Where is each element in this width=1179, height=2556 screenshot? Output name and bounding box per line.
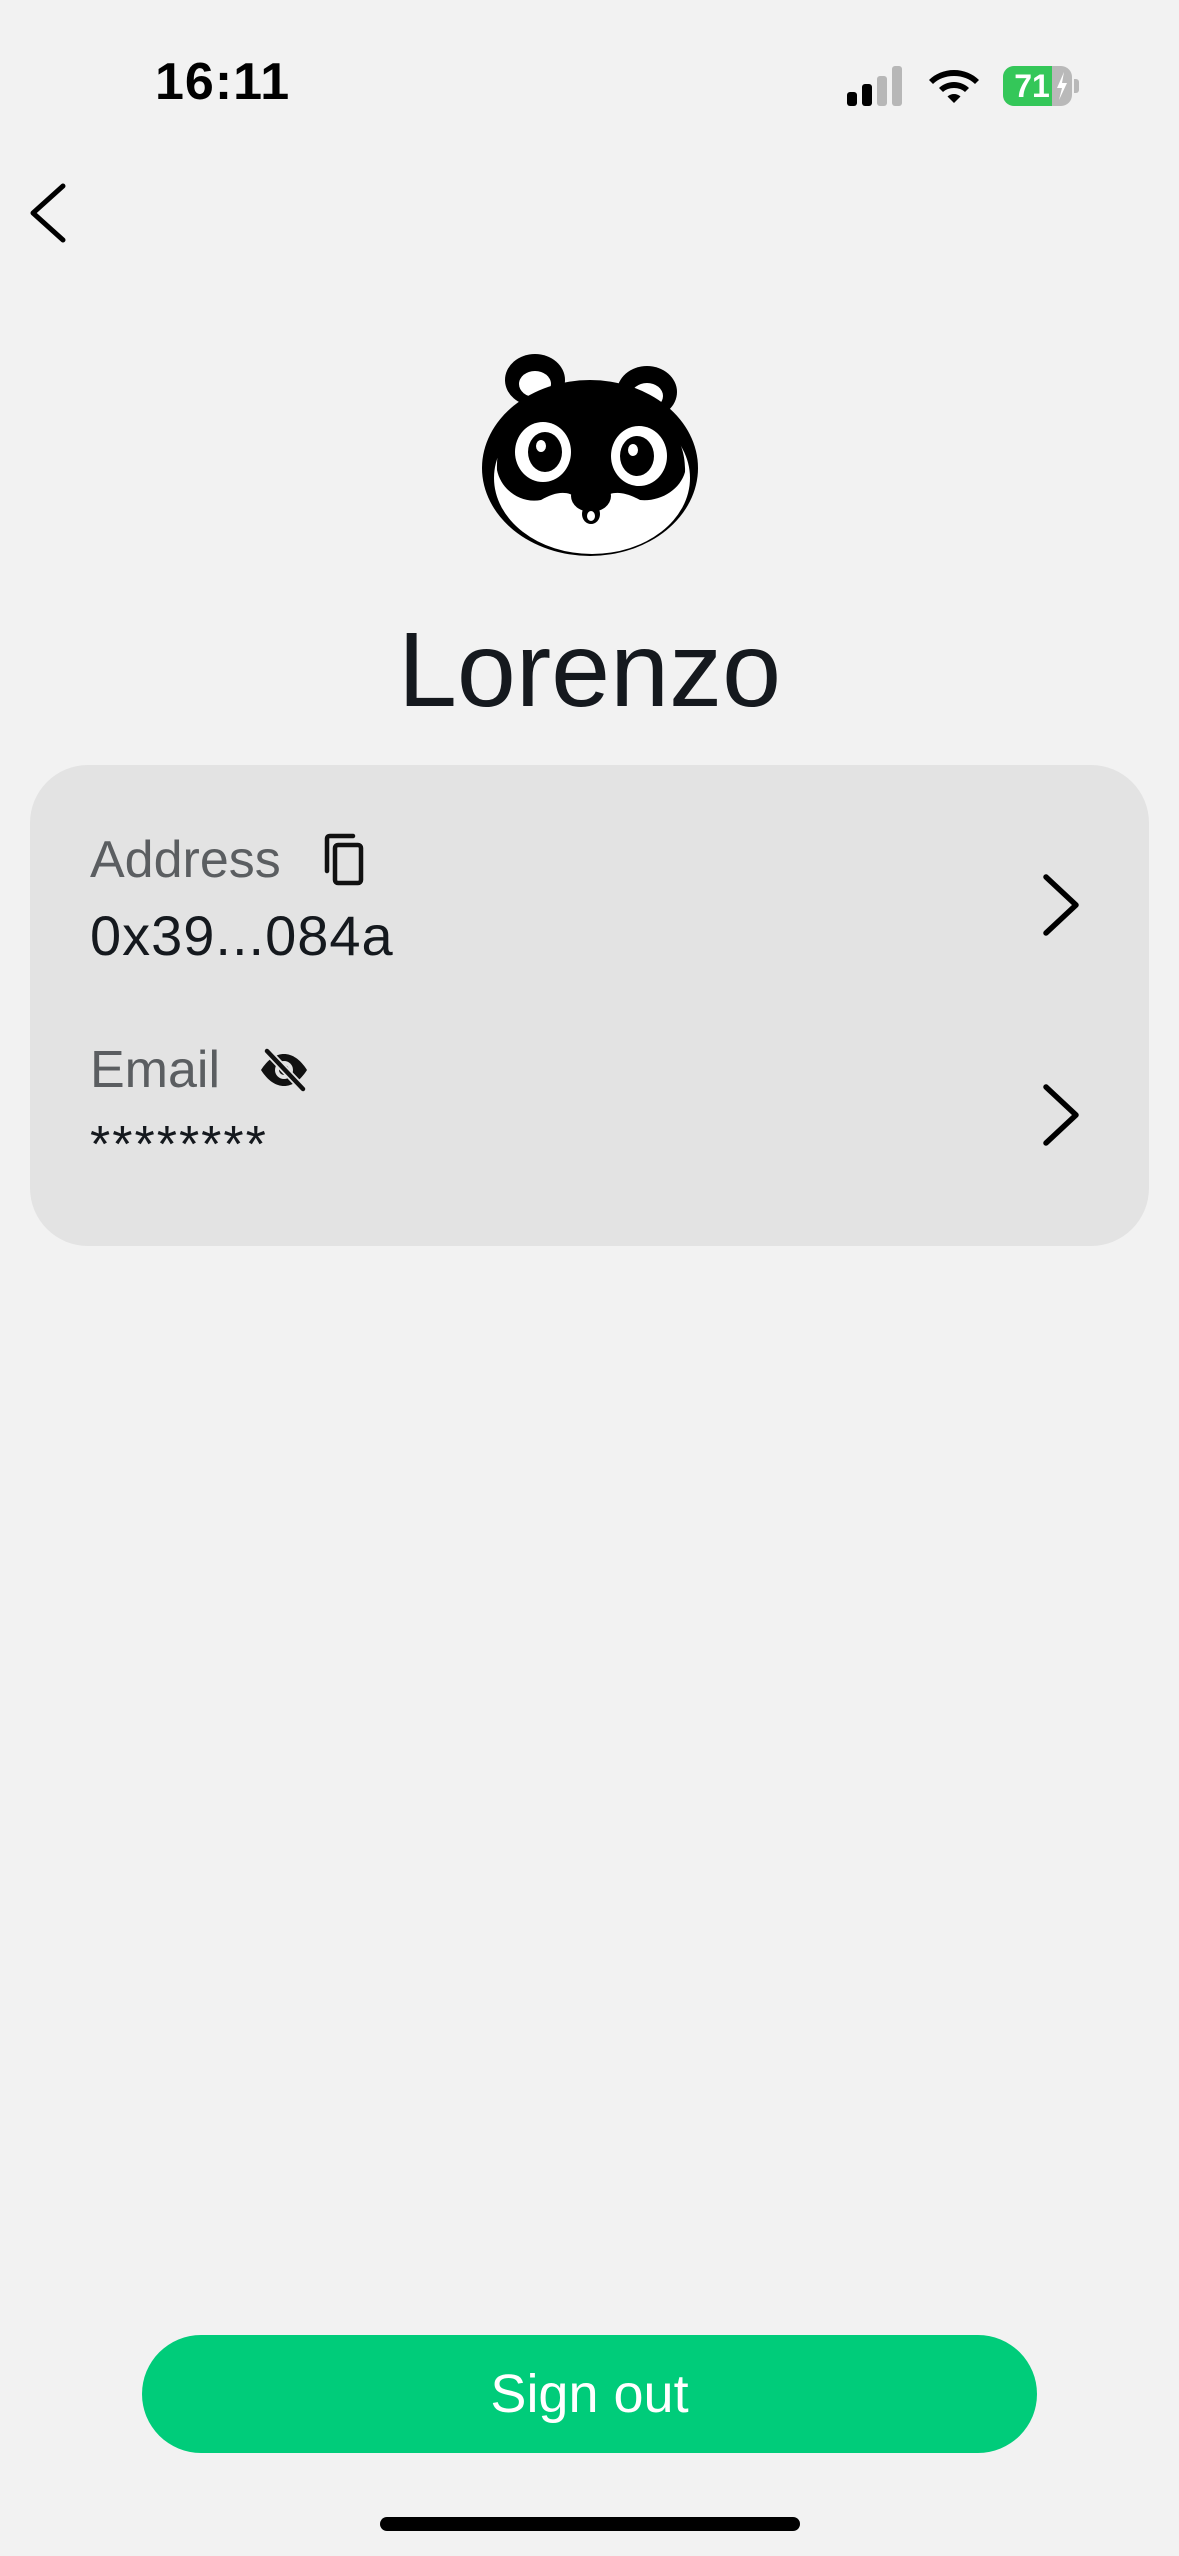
home-indicator[interactable] <box>380 2517 800 2531</box>
back-button[interactable] <box>12 178 82 248</box>
status-bar: 16:11 71 <box>0 0 1179 170</box>
battery-charging-icon: 71 <box>1003 65 1079 107</box>
battery-tip <box>1074 79 1079 93</box>
email-row[interactable]: Email ******** <box>30 1035 1149 1235</box>
raccoon-avatar[interactable] <box>475 350 705 560</box>
battery-body: 71 <box>1003 66 1073 106</box>
address-label: Address <box>90 831 281 889</box>
battery-level: 71 <box>1014 68 1050 104</box>
status-indicators: 71 <box>847 62 1079 110</box>
sign-out-button[interactable]: Sign out <box>142 2335 1037 2453</box>
chevron-right-icon <box>1043 874 1079 936</box>
copy-icon[interactable] <box>321 833 367 887</box>
profile-name: Lorenzo <box>397 611 782 729</box>
email-value: ******** <box>90 1116 268 1174</box>
eye-off-icon[interactable] <box>258 1048 310 1092</box>
address-label-line: Address <box>90 825 367 895</box>
account-info-card: Address 0x39...084a Email ******** <box>30 765 1149 1246</box>
chevron-left-icon <box>30 183 66 243</box>
email-label-line: Email <box>90 1035 310 1105</box>
charging-bolt-icon <box>1057 72 1068 100</box>
address-value: 0x39...084a <box>90 904 394 967</box>
address-row[interactable]: Address 0x39...084a <box>30 825 1149 1025</box>
cellular-signal-icon <box>847 66 902 106</box>
chevron-right-icon <box>1043 1084 1079 1146</box>
wifi-icon <box>929 70 979 103</box>
email-label: Email <box>90 1041 221 1099</box>
status-time: 16:11 <box>155 53 291 111</box>
